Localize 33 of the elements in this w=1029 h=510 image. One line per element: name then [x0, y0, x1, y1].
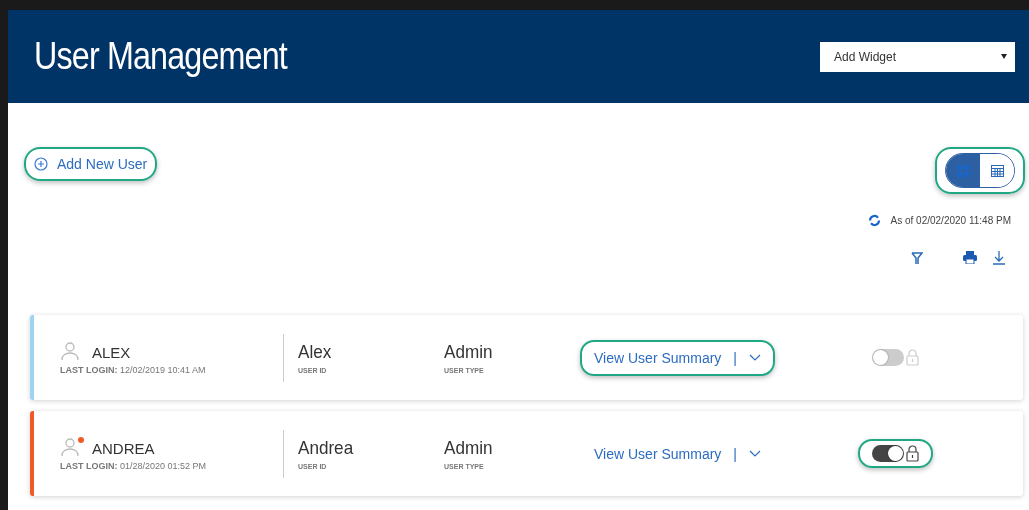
user-type: Admin: [444, 341, 493, 363]
grid-icon: [957, 164, 969, 177]
chevron-down-icon[interactable]: [748, 354, 761, 361]
download-icon[interactable]: [993, 251, 1005, 265]
refresh-icon[interactable]: [867, 214, 881, 227]
user-name: ANDREA: [92, 439, 155, 457]
padlock-icon: [906, 445, 919, 462]
padlock-icon: [906, 349, 919, 366]
plus-circle-icon: [34, 157, 48, 171]
separator: |: [733, 445, 737, 462]
user-name: ALEX: [92, 343, 131, 361]
user-icon: [60, 436, 80, 457]
view-summary-link[interactable]: View User Summary: [594, 349, 722, 366]
view-summary-link[interactable]: View User Summary: [594, 445, 722, 462]
timestamp: As of 02/02/2020 11:48 PM: [890, 215, 1011, 226]
add-user-button[interactable]: Add New User: [34, 153, 148, 175]
table-icon: [990, 164, 1004, 177]
user-icon: [60, 340, 80, 361]
user-id: Alex: [298, 341, 332, 363]
chevron-down-icon[interactable]: [748, 450, 761, 457]
lock-switch[interactable]: [872, 349, 904, 366]
lock-switch[interactable]: [872, 445, 904, 462]
user-id: Andrea: [298, 437, 354, 459]
caret-icon: [1001, 54, 1007, 59]
user-type: Admin: [444, 437, 493, 459]
separator: |: [733, 349, 737, 366]
last-login: LAST LOGIN: 01/28/2020 01:52 PM: [60, 460, 208, 471]
page-title: User Management: [34, 35, 287, 78]
widget-select[interactable]: Add Widget: [820, 41, 1015, 72]
view-option[interactable]: [946, 154, 980, 187]
last-login: LAST LOGIN: 12/02/2019 10:41 AM: [60, 364, 207, 375]
filter-icon[interactable]: [911, 251, 923, 265]
print-icon[interactable]: [963, 251, 977, 264]
